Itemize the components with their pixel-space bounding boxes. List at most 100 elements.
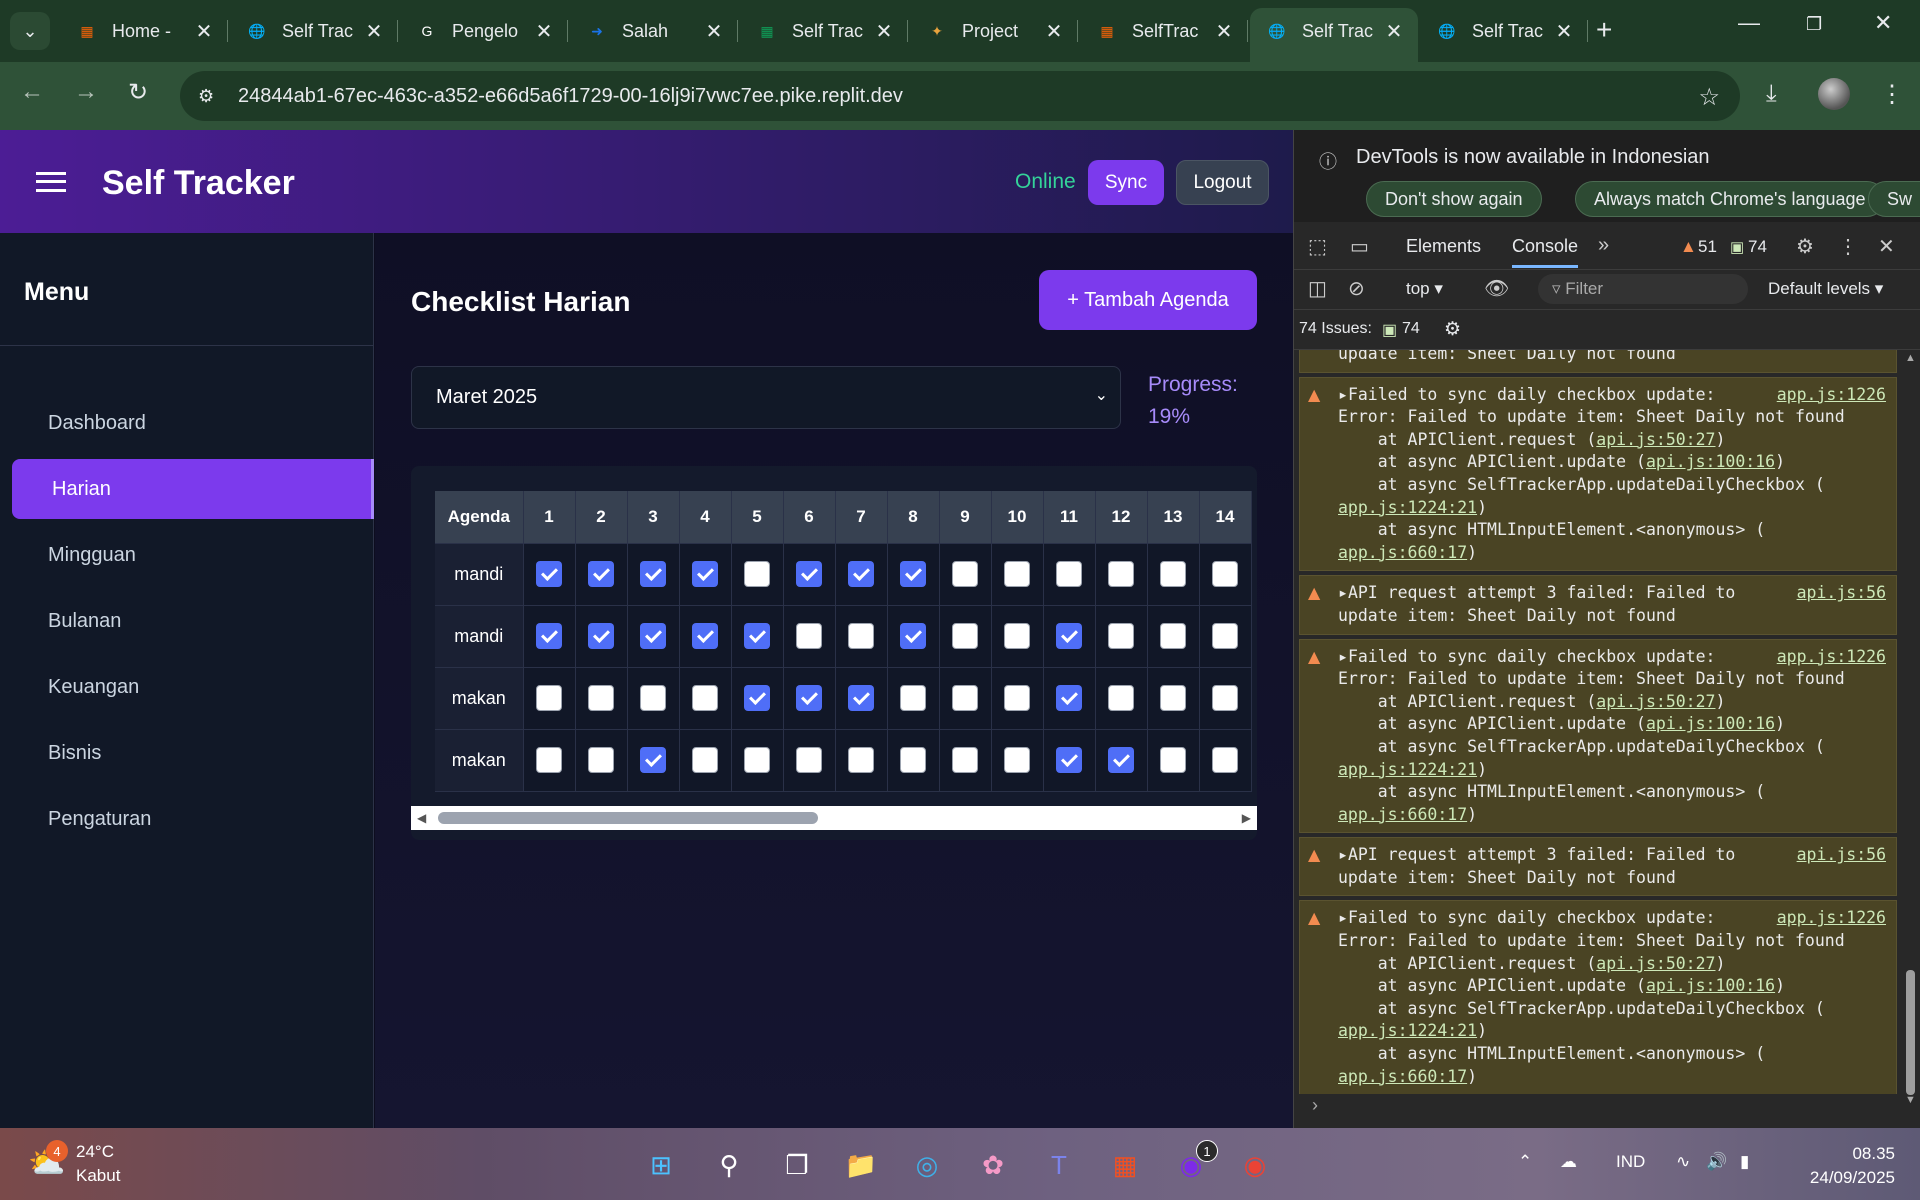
checkbox-unchecked[interactable] — [692, 685, 718, 711]
live-expression-eye-icon[interactable]: 👁 — [1484, 276, 1509, 301]
console-warning-message[interactable]: ▲ ▸API request attempt 3 failed: Failed t… — [1299, 837, 1897, 897]
browser-tab[interactable]: 🌐 Self Trac ✕ — [1250, 8, 1418, 62]
windows-start-icon[interactable]: ⊞ — [642, 1146, 680, 1184]
clear-console-icon[interactable]: ⊘ — [1348, 276, 1365, 301]
checkbox-unchecked[interactable] — [1004, 561, 1030, 587]
forward-button[interactable]: → — [74, 78, 98, 106]
add-agenda-button[interactable]: + Tambah Agenda — [1039, 270, 1257, 330]
warning-icon[interactable]: ▲ — [1680, 237, 1697, 257]
close-tab-icon[interactable]: ✕ — [190, 19, 218, 44]
tab-console[interactable]: Console — [1512, 236, 1579, 268]
checkbox-unchecked[interactable] — [1212, 623, 1238, 649]
close-tab-icon[interactable]: ✕ — [1210, 19, 1238, 44]
new-tab-button[interactable]: + — [1596, 14, 1612, 46]
scrollbar-thumb[interactable] — [1906, 970, 1915, 1095]
checkbox-unchecked[interactable] — [640, 685, 666, 711]
copilot-icon[interactable]: ✿ — [974, 1146, 1012, 1184]
checkbox-checked[interactable] — [796, 561, 822, 587]
checkbox-checked[interactable] — [588, 623, 614, 649]
checkbox-unchecked[interactable] — [952, 685, 978, 711]
table-horizontal-scrollbar[interactable]: ◀ ▶ — [411, 806, 1257, 830]
checkbox-checked[interactable] — [692, 561, 718, 587]
message-count[interactable]: 74 — [1748, 237, 1767, 257]
browser-tab[interactable]: 🌐 Self Trac ✕ — [230, 8, 398, 54]
sidebar-item-harian[interactable]: Harian — [12, 459, 374, 519]
checkbox-unchecked[interactable] — [796, 623, 822, 649]
tab-search-button[interactable]: ⌄ — [10, 12, 50, 50]
month-select[interactable]: Maret 2025 ⌄ — [411, 366, 1121, 429]
checkbox-unchecked[interactable] — [1004, 623, 1030, 649]
checkbox-unchecked[interactable] — [1160, 561, 1186, 587]
logout-button[interactable]: Logout — [1176, 160, 1269, 205]
onedrive-cloud-icon[interactable]: ☁ — [1560, 1152, 1577, 1172]
language-indicator[interactable]: IND — [1616, 1152, 1645, 1172]
stack-link[interactable]: api.js:100:16 — [1646, 452, 1775, 471]
checkbox-unchecked[interactable] — [536, 685, 562, 711]
console-prompt[interactable]: › — [1312, 1095, 1318, 1116]
source-link[interactable]: app.js:1226 — [1777, 646, 1886, 669]
checkbox-checked[interactable] — [900, 623, 926, 649]
checkbox-unchecked[interactable] — [744, 747, 770, 773]
teams-icon[interactable]: T — [1040, 1146, 1078, 1184]
close-tab-icon[interactable]: ✕ — [360, 19, 388, 44]
download-icon[interactable]: ⤓ — [1766, 80, 1777, 108]
browser-tab[interactable]: G Pengelo ✕ — [400, 8, 568, 54]
checkbox-checked[interactable] — [536, 561, 562, 587]
clock[interactable]: 08.35 24/09/2025 — [1795, 1142, 1895, 1190]
checkbox-unchecked[interactable] — [744, 561, 770, 587]
dont-show-again-button[interactable]: Don't show again — [1366, 181, 1542, 217]
checkbox-checked[interactable] — [1056, 685, 1082, 711]
search-icon[interactable]: ⚲ — [710, 1146, 748, 1184]
checkbox-unchecked[interactable] — [952, 747, 978, 773]
checkbox-checked[interactable] — [848, 561, 874, 587]
issues-count[interactable]: 74 — [1402, 320, 1420, 338]
source-link[interactable]: app.js:1226 — [1777, 907, 1886, 930]
browser-tab[interactable]: ▦ SelfTrac ✕ — [1080, 8, 1248, 54]
checkbox-unchecked[interactable] — [1160, 685, 1186, 711]
omnibox[interactable]: ⚙ 24844ab1-67ec-463c-a352-e66d5a6f1729-0… — [180, 71, 1740, 121]
checkbox-unchecked[interactable] — [952, 623, 978, 649]
checkbox-checked[interactable] — [900, 561, 926, 587]
checkbox-unchecked[interactable] — [588, 685, 614, 711]
close-window-button[interactable]: ✕ — [1874, 10, 1892, 36]
back-button[interactable]: ← — [20, 78, 44, 106]
menu-kebab-icon[interactable]: ⋮ — [1880, 80, 1904, 109]
stack-link[interactable]: app.js:660:17 — [1338, 543, 1467, 562]
tray-overflow-icon[interactable]: ⌃ — [1518, 1152, 1532, 1172]
console-vertical-scrollbar[interactable]: ▲ ▼ — [1900, 350, 1920, 1110]
checkbox-checked[interactable] — [588, 561, 614, 587]
browser-tab[interactable]: ▦ Self Trac ✕ — [740, 8, 908, 54]
sidebar-item-pengaturan[interactable]: Pengaturan — [12, 789, 374, 849]
scroll-down-icon[interactable]: ▼ — [1905, 1094, 1916, 1106]
checkbox-unchecked[interactable] — [1108, 685, 1134, 711]
inspect-element-icon[interactable]: ⬚ — [1308, 234, 1327, 259]
stack-link[interactable]: app.js:1224:21 — [1338, 760, 1477, 779]
site-settings-icon[interactable]: ⚙ — [198, 86, 228, 107]
checkbox-checked[interactable] — [640, 747, 666, 773]
chrome-icon[interactable]: ◉ — [1236, 1146, 1274, 1184]
checkbox-unchecked[interactable] — [1108, 561, 1134, 587]
source-link[interactable]: app.js:1226 — [1777, 384, 1886, 407]
close-tab-icon[interactable]: ✕ — [1040, 19, 1068, 44]
scrollbar-thumb[interactable] — [438, 812, 818, 824]
sync-button[interactable]: Sync — [1088, 160, 1164, 205]
file-explorer-icon[interactable]: 📁 — [842, 1146, 880, 1184]
checkbox-checked[interactable] — [692, 623, 718, 649]
close-tab-icon[interactable]: ✕ — [1550, 19, 1578, 44]
close-devtools-icon[interactable]: ✕ — [1878, 234, 1895, 259]
stack-link[interactable]: app.js:1224:21 — [1338, 498, 1477, 517]
expand-triangle-icon[interactable]: ▸ — [1338, 385, 1348, 404]
close-tab-icon[interactable]: ✕ — [1380, 19, 1408, 44]
checkbox-checked[interactable] — [1056, 747, 1082, 773]
source-link[interactable]: api.js:56 — [1797, 844, 1886, 867]
checkbox-unchecked[interactable] — [536, 747, 562, 773]
checkbox-unchecked[interactable] — [1056, 561, 1082, 587]
sidebar-item-mingguan[interactable]: Mingguan — [12, 525, 374, 585]
reload-button[interactable]: ↻ — [128, 78, 148, 107]
stack-link[interactable]: api.js:50:27 — [1596, 430, 1715, 449]
settings-gear-icon[interactable]: ⚙ — [1796, 234, 1814, 259]
profile-avatar[interactable] — [1818, 78, 1850, 110]
always-match-language-button[interactable]: Always match Chrome's language — [1575, 181, 1885, 217]
sidebar-toggle-icon[interactable]: ◫ — [1308, 276, 1327, 301]
checkbox-unchecked[interactable] — [1212, 685, 1238, 711]
